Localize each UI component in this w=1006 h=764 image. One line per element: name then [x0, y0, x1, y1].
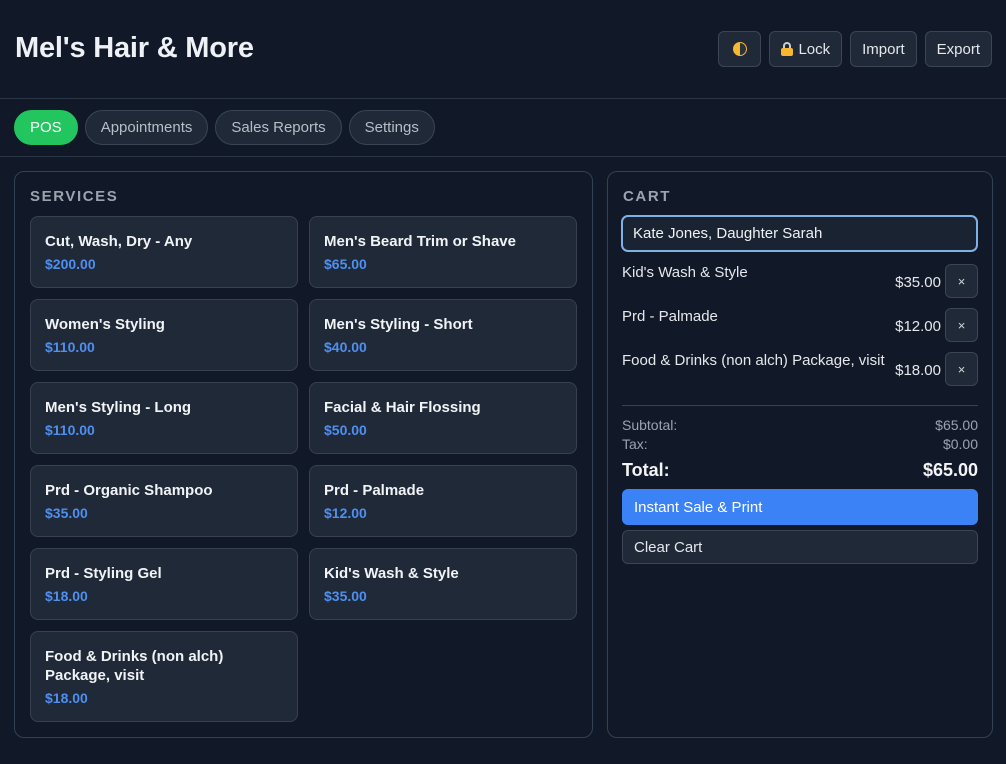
app-header: Mel's Hair & More Lock Import Export — [0, 0, 1006, 99]
cart-item: Food & Drinks (non alch) Package, visit … — [622, 352, 978, 388]
cart-item-price: $18.00 — [895, 362, 941, 379]
service-card[interactable]: Men's Styling - Long $110.00 — [30, 382, 298, 454]
cart-item-price: $35.00 — [895, 274, 941, 291]
cart-panel: CART Kid's Wash & Style $35.00 × Prd - P… — [607, 171, 993, 738]
service-price: $110.00 — [45, 422, 95, 438]
service-card[interactable]: Men's Styling - Short $40.00 — [309, 299, 577, 371]
service-card[interactable]: Food & Drinks (non alch) Package, visit … — [30, 631, 298, 722]
tab-settings[interactable]: Settings — [348, 110, 435, 145]
cart-title: CART — [623, 188, 672, 205]
lock-icon — [781, 42, 794, 56]
service-price: $65.00 — [324, 256, 367, 272]
subtotal-label: Subtotal: — [622, 417, 678, 433]
cart-divider — [622, 405, 978, 406]
total-value: $65.00 — [922, 460, 978, 480]
service-card[interactable]: Kid's Wash & Style $35.00 — [309, 548, 577, 620]
clear-cart-button[interactable]: Clear Cart — [622, 530, 978, 564]
header-actions: Lock Import Export — [718, 31, 992, 67]
service-name: Prd - Styling Gel — [45, 565, 162, 582]
service-price: $35.00 — [324, 588, 367, 604]
service-card[interactable]: Prd - Palmade $12.00 — [309, 465, 577, 537]
remove-item-button[interactable]: × — [945, 352, 978, 386]
total-label: Total: — [622, 460, 670, 480]
tax-label: Tax: — [622, 436, 648, 452]
cart-item-price: $12.00 — [895, 318, 941, 335]
customer-name-input[interactable] — [621, 215, 978, 252]
cart-item-name: Food & Drinks (non alch) Package, visit — [622, 352, 885, 369]
service-name: Cut, Wash, Dry - Any — [45, 233, 193, 250]
nav-tabs: POS Appointments Sales Reports Settings — [14, 110, 435, 145]
instant-sale-print-button[interactable]: Instant Sale & Print — [622, 489, 978, 525]
services-title: SERVICES — [30, 188, 119, 205]
nav-tabs-bar: POS Appointments Sales Reports Settings — [0, 99, 1006, 157]
service-price: $200.00 — [45, 256, 96, 272]
service-price: $50.00 — [324, 422, 367, 438]
subtotal-value: $65.00 — [935, 417, 978, 433]
service-price: $12.00 — [324, 505, 367, 521]
service-name: Men's Styling - Long — [45, 399, 192, 416]
total-row: Total: $65.00 — [622, 460, 978, 481]
tab-sales-reports[interactable]: Sales Reports — [215, 110, 342, 145]
export-button[interactable]: Export — [924, 31, 992, 67]
theme-toggle-button[interactable] — [718, 31, 762, 67]
service-name: Food & Drinks (non alch) Package, visit — [45, 648, 224, 684]
cart-item-name: Kid's Wash & Style — [622, 264, 748, 281]
tab-appointments[interactable]: Appointments — [84, 110, 209, 145]
subtotal-row: Subtotal: $65.00 — [622, 417, 978, 433]
tab-pos[interactable]: POS — [14, 110, 78, 145]
service-card[interactable]: Cut, Wash, Dry - Any $200.00 — [30, 216, 298, 288]
half-moon-theme-icon — [732, 42, 747, 56]
service-price: $18.00 — [45, 690, 88, 706]
service-card[interactable]: Men's Beard Trim or Shave $65.00 — [309, 216, 577, 288]
lock-label: Lock — [798, 40, 831, 58]
app-title: Mel's Hair & More — [15, 32, 254, 64]
service-name: Prd - Palmade — [324, 482, 425, 499]
service-price: $35.00 — [45, 505, 88, 521]
cart-item: Prd - Palmade $12.00 × — [622, 308, 978, 344]
service-price: $18.00 — [45, 588, 88, 604]
service-name: Women's Styling — [45, 316, 165, 333]
service-name: Kid's Wash & Style — [324, 565, 459, 582]
service-card[interactable]: Women's Styling $110.00 — [30, 299, 298, 371]
tax-value: $0.00 — [942, 436, 978, 452]
remove-item-button[interactable]: × — [945, 264, 978, 298]
tax-row: Tax: $0.00 — [622, 436, 978, 452]
service-price: $40.00 — [324, 339, 367, 355]
service-name: Facial & Hair Flossing — [324, 399, 481, 416]
service-name: Prd - Organic Shampoo — [45, 482, 213, 499]
service-card[interactable]: Prd - Styling Gel $18.00 — [30, 548, 298, 620]
service-price: $110.00 — [45, 339, 95, 355]
import-button[interactable]: Import — [850, 31, 917, 67]
service-name: Men's Beard Trim or Shave — [324, 233, 516, 250]
service-card[interactable]: Facial & Hair Flossing $50.00 — [309, 382, 577, 454]
service-name: Men's Styling - Short — [324, 316, 473, 333]
services-panel: SERVICES Cut, Wash, Dry - Any $200.00 Me… — [14, 171, 593, 738]
lock-button[interactable]: Lock — [769, 31, 843, 67]
remove-item-button[interactable]: × — [945, 308, 978, 342]
cart-item: Kid's Wash & Style $35.00 × — [622, 264, 978, 300]
service-card[interactable]: Prd - Organic Shampoo $35.00 — [30, 465, 298, 537]
cart-item-name: Prd - Palmade — [622, 308, 718, 325]
